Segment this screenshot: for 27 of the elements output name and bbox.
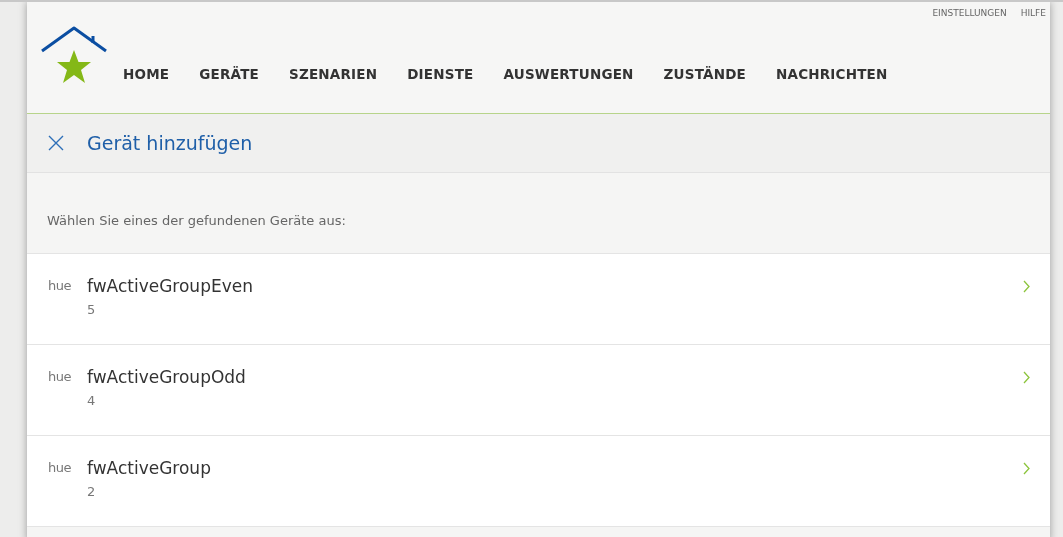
device-row[interactable]: hue fwActiveGroup 2 [27,436,1050,527]
device-name: fwActiveGroupOdd [87,367,246,387]
brand-label: hue [48,278,72,293]
nav-tab[interactable]: NACHRICHTEN [776,66,888,82]
chevron-right-icon [1023,371,1030,384]
top-link[interactable]: EINSTELLUNGEN [932,8,1007,18]
chevron-right-icon [1023,280,1030,293]
nav-tab[interactable]: SZENARIEN [288,66,378,82]
brand-label: hue [48,460,72,475]
dialog-title: Gerät hinzufügen [87,132,253,154]
device-count: 2 [87,484,97,499]
device-count: 4 [87,393,97,408]
brand-label: hue [48,369,72,384]
nav-tab[interactable]: AUSWERTUNGEN [503,66,634,82]
top-link[interactable]: HILFE [1020,8,1046,18]
chevron-right-icon [1023,462,1030,475]
nav-tab[interactable]: GERÄTE [199,66,259,82]
device-count: 5 [87,302,97,317]
close-icon[interactable] [48,135,64,151]
nav-tab[interactable]: DIENSTE [407,66,474,82]
device-row[interactable]: hue fwActiveGroupEven 5 [27,254,1050,345]
nav-tab[interactable]: HOME [123,66,170,82]
device-name: fwActiveGroupEven [87,276,253,296]
device-row[interactable]: hue fwActiveGroupOdd 4 [27,345,1050,436]
nav-tab[interactable]: ZUSTÄNDE [663,66,746,82]
device-name: fwActiveGroup [87,458,211,478]
instruction-text: Wählen Sie eines der gefundenen Geräte aus: [47,212,346,228]
